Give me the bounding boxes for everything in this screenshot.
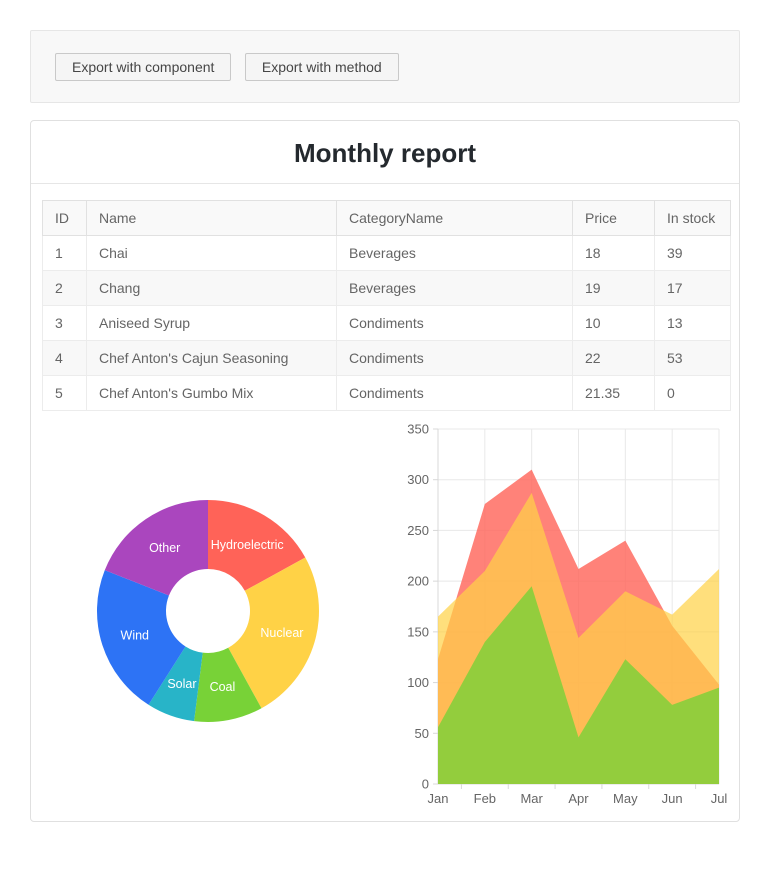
table-cell: 4 <box>43 341 87 376</box>
table-cell: 1 <box>43 236 87 271</box>
table-cell: 5 <box>43 376 87 411</box>
table-body: 1ChaiBeverages18392ChangBeverages19173An… <box>43 236 731 411</box>
donut-label-solar: Solar <box>167 677 196 691</box>
table-cell: 10 <box>573 306 655 341</box>
product-grid: IDNameCategoryNamePriceIn stock 1ChaiBev… <box>42 200 728 411</box>
table-cell: 2 <box>43 271 87 306</box>
export-toolbar: Export with component Export with method <box>30 30 740 103</box>
table-row: 5Chef Anton's Gumbo MixCondiments21.350 <box>43 376 731 411</box>
table-cell: 53 <box>655 341 731 376</box>
table-cell: Chai <box>87 236 337 271</box>
y-axis-label-350: 350 <box>407 422 429 437</box>
table-cell: 17 <box>655 271 731 306</box>
column-header-id: ID <box>43 201 87 236</box>
table-row: 2ChangBeverages1917 <box>43 271 731 306</box>
charts-row: Hydroelectric Nuclear Coal Solar Wind Other 0… <box>31 417 739 807</box>
page-title: Monthly report <box>31 138 739 169</box>
table-cell: 22 <box>573 341 655 376</box>
table-cell: Beverages <box>337 236 573 271</box>
x-axis-label-feb: Feb <box>474 791 496 806</box>
report-card: Monthly report IDNameCategoryNamePriceIn… <box>30 120 740 822</box>
x-axis-label-jun: Jun <box>662 791 683 806</box>
table-cell: 19 <box>573 271 655 306</box>
table-cell: Beverages <box>337 271 573 306</box>
table-header-row: IDNameCategoryNamePriceIn stock <box>43 201 731 236</box>
column-header-categoryname: CategoryName <box>337 201 573 236</box>
table-cell: Condiments <box>337 306 573 341</box>
donut-chart: Hydroelectric Nuclear Coal Solar Wind Other <box>32 417 392 807</box>
table-cell: 18 <box>573 236 655 271</box>
x-axis-label-mar: Mar <box>520 791 543 806</box>
export-with-component-button[interactable]: Export with component <box>55 53 231 81</box>
donut-label-coal: Coal <box>210 680 236 694</box>
table-row: 1ChaiBeverages1839 <box>43 236 731 271</box>
area-chart: 0 50 100 150 200 250 300 350 Jan Feb Mar Apr May Jun J… <box>392 417 732 807</box>
table-cell: Condiments <box>337 341 573 376</box>
x-axis-label-jul: Jul <box>711 791 728 806</box>
title-divider <box>31 183 739 184</box>
y-axis-label-0: 0 <box>422 777 429 792</box>
y-axis-label-250: 250 <box>407 523 429 538</box>
x-axis-label-jan: Jan <box>428 791 449 806</box>
table-cell: 21.35 <box>573 376 655 411</box>
table-row: 4Chef Anton's Cajun SeasoningCondiments2… <box>43 341 731 376</box>
donut-label-other: Other <box>149 541 180 555</box>
column-header-name: Name <box>87 201 337 236</box>
y-axis-label-150: 150 <box>407 624 429 639</box>
y-axis-label-200: 200 <box>407 574 429 589</box>
report-table: IDNameCategoryNamePriceIn stock 1ChaiBev… <box>42 200 731 411</box>
column-header-in-stock: In stock <box>655 201 731 236</box>
table-cell: Aniseed Syrup <box>87 306 337 341</box>
donut-label-hydroelectric: Hydroelectric <box>211 538 284 552</box>
table-cell: Condiments <box>337 376 573 411</box>
export-with-method-button[interactable]: Export with method <box>245 53 399 81</box>
y-axis-label-50: 50 <box>415 726 429 741</box>
donut-label-nuclear: Nuclear <box>260 626 303 640</box>
table-cell: Chang <box>87 271 337 306</box>
column-header-price: Price <box>573 201 655 236</box>
y-axis-label-300: 300 <box>407 472 429 487</box>
table-cell: Chef Anton's Cajun Seasoning <box>87 341 337 376</box>
y-axis-label-100: 100 <box>407 675 429 690</box>
donut-label-wind: Wind <box>121 628 150 642</box>
area-chart-svg: 0 50 100 150 200 250 300 350 Jan Feb Mar Apr May Jun J… <box>392 417 732 807</box>
table-cell: 39 <box>655 236 731 271</box>
table-cell: 3 <box>43 306 87 341</box>
donut-chart-svg: Hydroelectric Nuclear Coal Solar Wind Other <box>32 417 392 807</box>
x-axis-label-may: May <box>613 791 638 806</box>
table-cell: 13 <box>655 306 731 341</box>
x-axis-label-apr: Apr <box>568 791 589 806</box>
table-cell: Chef Anton's Gumbo Mix <box>87 376 337 411</box>
table-row: 3Aniseed SyrupCondiments1013 <box>43 306 731 341</box>
table-cell: 0 <box>655 376 731 411</box>
